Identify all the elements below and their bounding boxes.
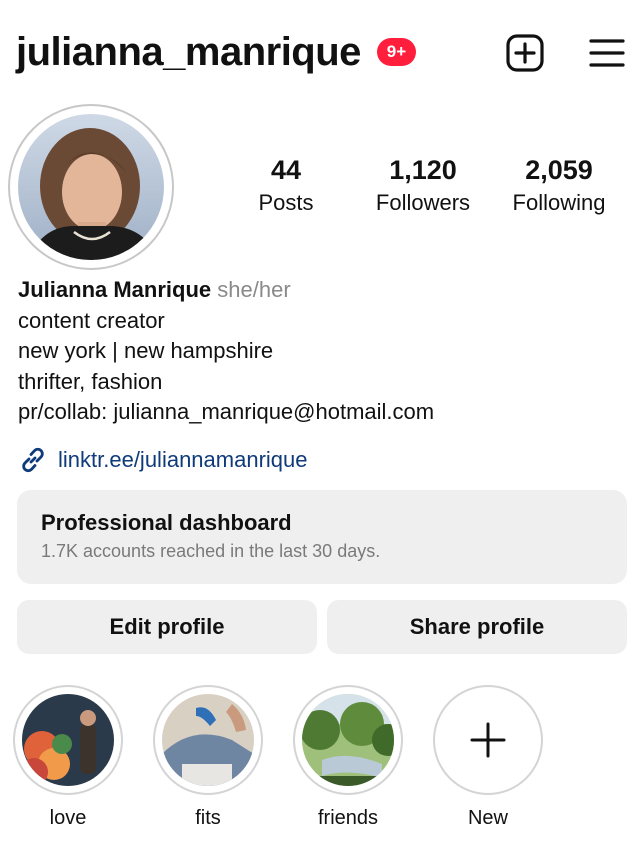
avatar[interactable] xyxy=(18,114,164,260)
profile-header: julianna_manrique 9+ xyxy=(0,0,640,100)
followers-count: 1,120 xyxy=(389,155,457,185)
highlight-fits[interactable]: fits xyxy=(153,685,263,830)
avatar-photo xyxy=(18,114,164,260)
highlight-love[interactable]: love xyxy=(13,685,123,830)
highlight-ring xyxy=(433,685,543,795)
highlight-label: friends xyxy=(317,807,379,829)
posts-label: Posts xyxy=(258,190,314,215)
highlight-cover xyxy=(162,694,254,786)
highlight-ring xyxy=(13,685,123,795)
profile-link[interactable]: linktr.ee/juliannamanrique xyxy=(18,444,308,476)
menu-icon xyxy=(589,39,625,67)
following-count: 2,059 xyxy=(525,155,593,185)
new-post-button[interactable] xyxy=(505,33,545,73)
link-text[interactable]: linktr.ee/juliannamanrique xyxy=(58,447,308,473)
dashboard-subtitle: 1.7K accounts reached in the last 30 day… xyxy=(41,541,381,561)
pronouns: she/her xyxy=(217,277,291,302)
link-icon xyxy=(22,447,44,473)
notification-badge[interactable]: 9+ xyxy=(377,38,416,66)
highlight-ring xyxy=(293,685,403,795)
username-title[interactable]: julianna_manrique xyxy=(16,30,361,75)
following-label: Following xyxy=(512,190,606,215)
name-line: Julianna Manrique she/her xyxy=(18,275,618,306)
highlight-cover xyxy=(22,694,114,786)
posts-count: 44 xyxy=(270,155,302,185)
highlight-label: love xyxy=(49,807,87,829)
highlight-label: New xyxy=(467,807,508,829)
dashboard-title: Professional dashboard xyxy=(41,510,292,535)
menu-button[interactable] xyxy=(587,33,627,73)
edit-profile-button[interactable]: Edit profile xyxy=(17,600,317,654)
followers-label: Followers xyxy=(375,190,471,215)
new-highlight-button[interactable]: New xyxy=(433,685,543,830)
highlight-friends[interactable]: friends xyxy=(293,685,403,830)
bio-line: pr/collab: julianna_manrique@hotmail.com xyxy=(18,399,435,424)
highlight-label: fits xyxy=(195,807,221,829)
profile-bio: Julianna Manrique she/her content creato… xyxy=(18,275,618,428)
bio-line: thrifter, fashion xyxy=(18,368,163,394)
new-post-icon xyxy=(506,34,544,72)
professional-dashboard[interactable]: Professional dashboard 1.7K accounts rea… xyxy=(17,490,627,584)
highlight-cover xyxy=(302,694,394,786)
share-profile-button[interactable]: Share profile xyxy=(327,600,627,654)
bio-line: new york | new hampshire xyxy=(18,338,274,363)
bio-line: content creator xyxy=(18,307,165,333)
posts-stat[interactable]: 44 Posts xyxy=(236,155,336,216)
plus-icon xyxy=(470,722,506,758)
display-name: Julianna Manrique xyxy=(18,277,212,302)
following-stat[interactable]: 2,059 Following xyxy=(496,155,622,216)
followers-stat[interactable]: 1,120 Followers xyxy=(360,155,486,216)
highlight-ring xyxy=(153,685,263,795)
